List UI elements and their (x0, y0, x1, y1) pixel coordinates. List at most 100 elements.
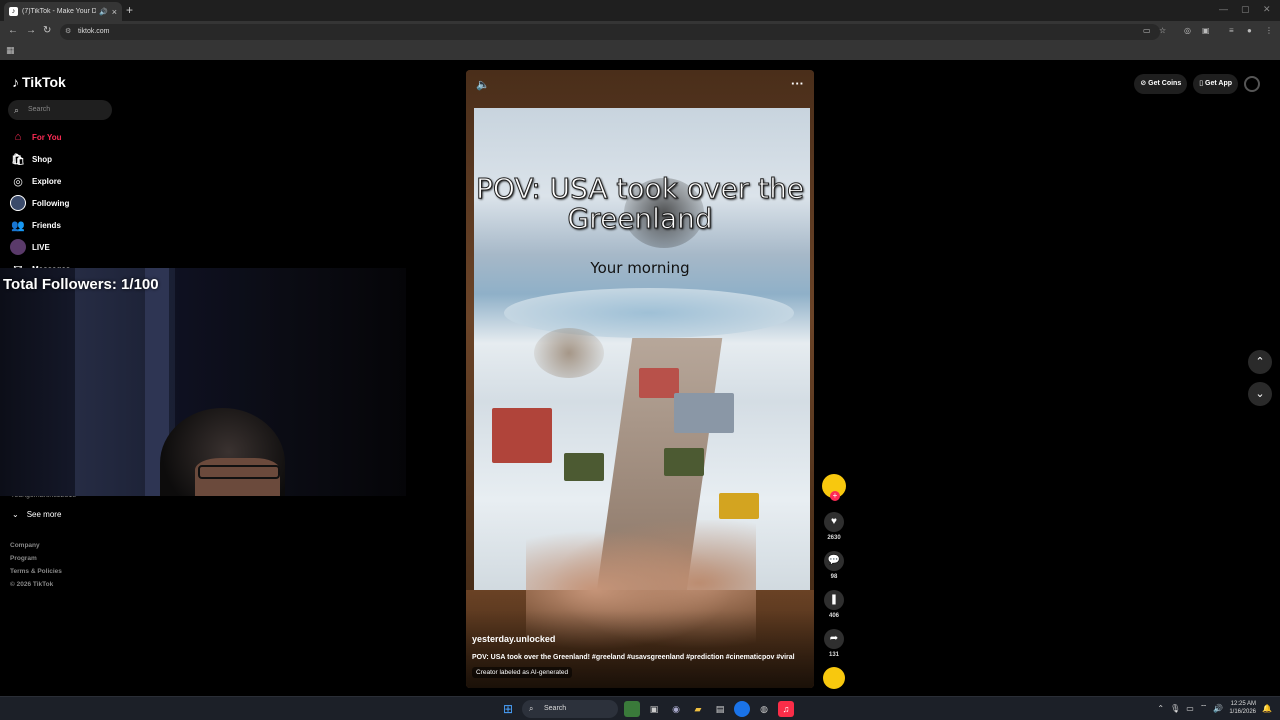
widgets-icon[interactable] (624, 701, 640, 717)
obs-icon[interactable]: ◍ (756, 701, 772, 717)
share-action[interactable]: ➦ 131 (824, 629, 844, 658)
live-icon (10, 239, 26, 255)
sidebar-item-friends[interactable]: 👥 Friends (10, 214, 70, 236)
taskbar-clock[interactable]: 12:25 AM 1/16/2026 (1229, 700, 1256, 716)
video-grey-house (674, 393, 734, 433)
menu-icon[interactable]: ⋮ (1265, 26, 1273, 35)
browser-tab[interactable]: ♪ (7)TikTok - Make Your Day 🔊 × (4, 2, 122, 21)
search-input[interactable]: ⌕ Search (8, 100, 112, 120)
taskbar-search[interactable]: ⌕ Search (522, 700, 618, 718)
sidebar-item-for-you[interactable]: ⌂ For You (10, 126, 70, 148)
forward-icon[interactable]: → (26, 25, 36, 36)
heart-icon[interactable]: ♥ (824, 512, 844, 532)
sidebar-item-explore[interactable]: ◎ Explore (10, 170, 70, 192)
audio-icon[interactable]: 🔊 (99, 8, 108, 16)
chrome-icon[interactable] (734, 701, 750, 717)
extensions-icon[interactable]: ◎ (1184, 26, 1191, 35)
task-view-icon[interactable]: ▣ (646, 701, 662, 717)
site-info-icon[interactable]: ⚙ (65, 24, 71, 40)
music-disc-icon[interactable] (823, 667, 845, 689)
browser-tab-bar: ♪ (7)TikTok - Make Your Day 🔊 × + — ▢ ✕ (0, 0, 1280, 21)
share-icon[interactable]: ➦ (824, 629, 844, 649)
comment-icon[interactable]: 💬 (824, 551, 844, 571)
profile-avatar[interactable] (1244, 76, 1260, 92)
previous-video-button[interactable]: ⌃ (1248, 350, 1272, 374)
bookmark-star-icon[interactable]: ☆ (1159, 26, 1166, 35)
microphone-icon[interactable]: 🎙 (1170, 704, 1180, 713)
video-author-username[interactable]: yesterday.unlocked (472, 634, 555, 644)
more-options-icon[interactable]: ··· (791, 76, 804, 91)
sidebar-item-label: Friends (32, 220, 61, 230)
clock-date: 1/16/2026 (1229, 709, 1257, 715)
footer-link-program[interactable]: Program (10, 555, 62, 568)
new-tab-button[interactable]: + (126, 3, 133, 17)
like-action[interactable]: ♥ 2630 (824, 512, 844, 541)
minimize-icon[interactable]: — (1219, 4, 1228, 14)
ai-generated-label: Creator labeled as AI-generated (472, 667, 573, 678)
close-tab-icon[interactable]: × (112, 7, 117, 17)
notification-icon[interactable]: 🔔 (1262, 704, 1272, 713)
volume-icon[interactable]: 🔊 (1213, 704, 1223, 713)
sidepanel-icon[interactable]: ▣ (1202, 26, 1210, 35)
search-icon: ⌕ (14, 105, 20, 115)
sidebar-item-label: LIVE (32, 242, 50, 252)
battery-icon[interactable]: ▭ (1186, 704, 1194, 713)
system-tray: ⌃ 🎙 ▭ ⌔ 🔊 12:25 AM 1/16/2026 🔔 (1157, 700, 1272, 716)
video-military-truck (564, 453, 604, 481)
save-count: 406 (828, 613, 839, 619)
copyright-text: © 2026 TikTok (10, 581, 54, 588)
reload-icon[interactable]: ↻ (43, 25, 51, 36)
maximize-icon[interactable]: ▢ (1241, 4, 1250, 15)
share-count: 131 (828, 652, 839, 658)
save-action[interactable]: ❚ 406 (824, 590, 844, 619)
apps-grid-icon[interactable]: ▦ (6, 45, 15, 56)
tiktok-logo[interactable]: ♪ TikTok (12, 74, 66, 90)
video-title-text: POV: USA took over the Greenland (475, 172, 805, 235)
settings-icon[interactable]: ≡ (1229, 26, 1234, 35)
follow-plus-icon[interactable]: + (830, 491, 840, 501)
back-icon[interactable]: ← (8, 25, 18, 36)
author-avatar[interactable]: + (822, 474, 846, 501)
comment-action[interactable]: 💬 98 (824, 551, 844, 580)
sidebar-footer: Company Program Terms & Policies © 2026 … (10, 542, 62, 594)
music-app-icon[interactable]: ♫ (778, 701, 794, 717)
tab-title: (7)TikTok - Make Your Day (22, 8, 97, 15)
windows-start-icon[interactable]: ⊞ (500, 701, 516, 717)
search-placeholder: Search (28, 106, 51, 113)
video-crater (504, 288, 794, 338)
tray-chevron-icon[interactable]: ⌃ (1157, 704, 1164, 713)
close-window-icon[interactable]: ✕ (1263, 4, 1271, 15)
store-icon[interactable]: ▤ (712, 701, 728, 717)
video-player[interactable]: POV: USA took over the Greenland Your mo… (466, 70, 814, 688)
get-coins-label: Get Coins (1148, 80, 1182, 87)
sidebar-item-label: Shop (32, 154, 52, 164)
sidebar-item-live[interactable]: LIVE (10, 236, 70, 258)
steam-icon[interactable]: ◉ (668, 701, 684, 717)
address-bar-row: ← → ↻ ⚙ tiktok.com ▭ ☆ ◎ ▣ ≡ ● ⋮ (0, 21, 1280, 42)
like-count: 2630 (827, 535, 841, 541)
search-icon: ⌕ (529, 704, 534, 713)
sidebar-item-following[interactable]: Following (10, 192, 70, 214)
footer-link-terms[interactable]: Terms & Policies (10, 568, 62, 581)
file-explorer-icon[interactable]: ▰ (690, 701, 706, 717)
network-icon[interactable]: ⌔ (1200, 703, 1208, 713)
sidebar-item-shop[interactable]: 🛍 Shop (10, 148, 70, 170)
bookmark-icon[interactable]: ❚ (824, 590, 844, 610)
get-app-button[interactable]: ▯ Get App (1193, 74, 1238, 94)
chevron-down-icon: ⌄ (12, 510, 19, 519)
taskbar-search-label: Search (544, 705, 567, 712)
video-description: POV: USA took over the Greenland! #greel… (472, 654, 795, 661)
sidebar-item-label: For You (32, 132, 62, 142)
next-video-button[interactable]: ⌄ (1248, 382, 1272, 406)
volume-icon[interactable]: 🔈 (476, 78, 490, 91)
see-more-button[interactable]: ⌄ See more (12, 510, 61, 519)
footer-link-company[interactable]: Company (10, 542, 62, 555)
install-app-icon[interactable]: ▭ (1143, 26, 1151, 35)
windows-taskbar: ⊞ ⌕ Search ▣ ◉ ▰ ▤ ◍ ♫ ⌃ 🎙 ▭ ⌔ 🔊 12:25 A… (0, 696, 1280, 720)
get-coins-button[interactable]: ⊘ Get Coins (1134, 74, 1188, 94)
chevron-up-icon: ⌃ (1255, 356, 1265, 368)
tiktok-favicon-icon: ♪ (9, 7, 18, 16)
profile-icon[interactable]: ● (1247, 26, 1252, 35)
url-field[interactable]: ⚙ tiktok.com (60, 24, 1160, 40)
video-yellow-truck (719, 493, 759, 519)
